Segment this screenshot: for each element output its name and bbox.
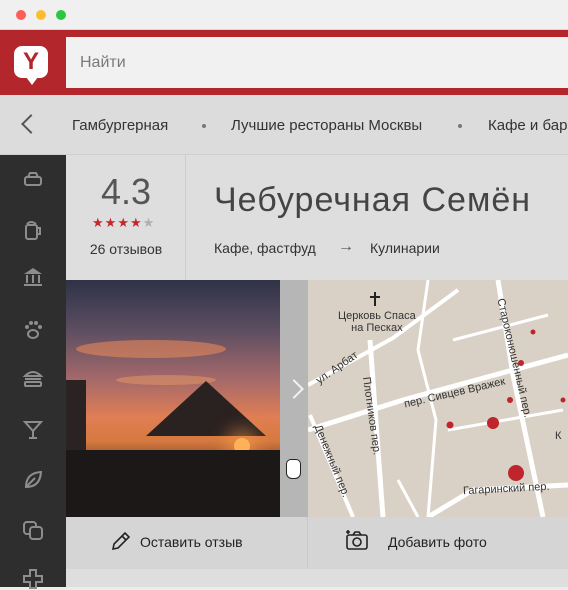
rating-value: 4.3: [100, 171, 152, 212]
chevron-right-icon: [284, 379, 304, 399]
action-divider: [307, 517, 308, 569]
category-link-culinary[interactable]: Кулинарии: [370, 240, 440, 256]
breadcrumb: Гамбургерная Лучшие рестораны Москвы Каф…: [0, 95, 568, 155]
place-card: 4.3 ★★★★★ 26 отзывов Чебуречная Семён Ка…: [66, 155, 568, 587]
burger-icon[interactable]: [22, 367, 44, 389]
photo-cloud: [76, 340, 226, 358]
hand-cursor-icon: [286, 459, 301, 479]
page-title: Чебуречная Семён: [214, 181, 532, 219]
star-filled-icon: ★: [117, 215, 130, 230]
star-filled-icon: ★: [92, 215, 105, 230]
breadcrumb-item-hamburger[interactable]: Гамбургерная: [72, 117, 168, 134]
close-window-button[interactable]: [16, 10, 26, 20]
breadcrumb-item-best-restaurants[interactable]: Лучшие рестораны Москвы: [231, 117, 422, 134]
car-icon[interactable]: [22, 169, 44, 191]
maximize-window-button[interactable]: [56, 10, 66, 20]
leave-review-button[interactable]: Оставить отзыв: [140, 534, 243, 550]
museum-icon[interactable]: [22, 266, 44, 288]
theater-icon[interactable]: [22, 519, 44, 541]
photo-buildings: [66, 380, 86, 455]
cocktail-icon[interactable]: [22, 419, 44, 441]
photo-pyramid: [146, 381, 266, 436]
next-photo-button[interactable]: [280, 280, 308, 517]
window-titlebar: [0, 0, 568, 30]
chevron-left-icon[interactable]: [21, 114, 41, 134]
logo-letter: Y: [22, 48, 39, 75]
star-empty-icon: ★: [142, 215, 156, 230]
map-label-church: Церковь Спаса на Песках: [338, 310, 416, 334]
breadcrumb-separator: [202, 124, 206, 128]
camera-icon: [346, 530, 368, 550]
breadcrumb-separator: [458, 124, 462, 128]
breadcrumb-item-cafe-bar[interactable]: Кафе и бар: [488, 117, 567, 134]
map-label-k: К: [555, 430, 562, 442]
leaf-icon[interactable]: [22, 469, 44, 491]
rating-stars: ★★★★★: [92, 215, 155, 231]
category-link[interactable]: Кафе, фастфуд: [214, 240, 316, 256]
rating-box: 4.3 ★★★★★ 26 отзывов: [66, 155, 186, 280]
star-filled-icon: ★: [129, 215, 143, 230]
category-arrow: →: [338, 238, 354, 255]
minimize-window-button[interactable]: [36, 10, 46, 20]
map[interactable]: Церковь Спаса на Песках ул. Арбат Плотни…: [308, 280, 568, 517]
sidebar: [0, 155, 66, 589]
search-input[interactable]: Найти: [66, 37, 568, 88]
paw-icon[interactable]: [22, 319, 44, 341]
add-photo-button[interactable]: Добавить фото: [388, 534, 487, 550]
beer-icon[interactable]: [22, 219, 44, 241]
photo-ground: [66, 450, 280, 517]
star-filled-icon: ★: [104, 215, 118, 230]
reviews-link[interactable]: 26 отзывов: [66, 241, 186, 257]
app-logo[interactable]: Y: [14, 46, 48, 85]
pencil-icon: [111, 531, 131, 551]
place-photo[interactable]: [66, 280, 280, 517]
